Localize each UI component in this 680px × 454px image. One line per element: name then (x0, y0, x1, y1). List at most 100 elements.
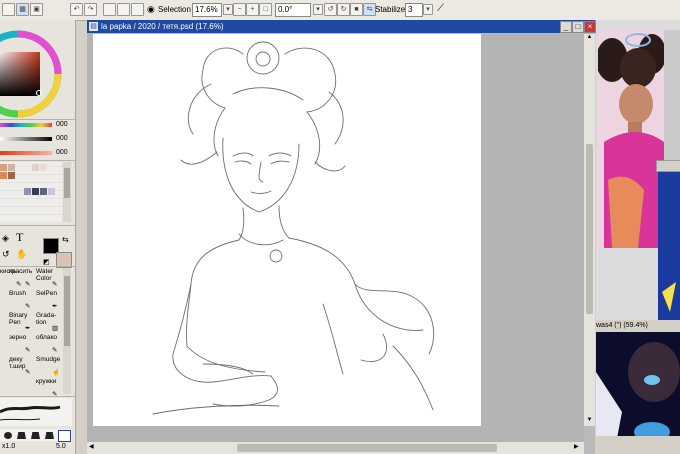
swatch[interactable] (40, 188, 47, 195)
zoom-in-icon[interactable]: + (246, 3, 259, 16)
brush-icon: ✎ (25, 281, 31, 288)
brush-scrollbar[interactable] (63, 268, 71, 394)
brush-shape-selected[interactable] (58, 430, 71, 442)
brush-tool-label: Binary Pen (9, 312, 28, 326)
swatch[interactable] (0, 172, 7, 179)
swatch-icon[interactable]: ▣ (30, 3, 43, 16)
drawing-canvas[interactable] (93, 34, 481, 426)
stroke-preview (0, 398, 72, 426)
reset-colors-icon[interactable]: ◩ (43, 258, 50, 266)
reference-image[interactable] (598, 30, 664, 248)
reference-title: was4 (") (59.4%) (596, 322, 648, 329)
zoom-out-icon[interactable]: − (233, 3, 246, 16)
hand-tool-icon[interactable]: ✋ (16, 249, 27, 260)
rotation-dropdown-icon[interactable]: ▾ (313, 4, 323, 15)
brush-tool[interactable]: Brush ✎ (9, 290, 34, 312)
hue-value: 000 (56, 121, 68, 128)
brush-shape[interactable] (17, 432, 26, 439)
bucket-icon[interactable]: ◈ (2, 233, 9, 244)
rotate-reset-icon[interactable]: ■ (350, 3, 363, 16)
redo-icon[interactable]: ↷ (84, 3, 97, 16)
grid-icon[interactable]: ▦ (16, 3, 29, 16)
select-all-icon[interactable] (131, 3, 144, 16)
reference-title-bar[interactable]: was4 (") (59.4%) (596, 320, 680, 332)
invert-selection-icon[interactable] (117, 3, 130, 16)
hue-slider[interactable] (0, 123, 52, 127)
scroll-thumb[interactable] (64, 276, 70, 346)
brush-tool-label: SelPen (36, 290, 57, 297)
toolbar-button[interactable] (2, 3, 15, 16)
brush-tool[interactable]: Water Color ✎ (36, 268, 61, 290)
brush-tool[interactable]: деку т.шир ✎ (9, 356, 34, 378)
rotate-right-icon[interactable]: ↻ (337, 3, 350, 16)
size-min-label[interactable]: x1.0 (2, 443, 15, 450)
brush-tool-label: Smudge (36, 356, 61, 363)
reference-image[interactable] (596, 332, 680, 454)
reference-window-header[interactable] (656, 160, 680, 172)
swatch[interactable] (0, 164, 7, 171)
swatch[interactable] (32, 164, 39, 171)
stabilizer-field[interactable]: 3 (405, 3, 423, 17)
size-max-label[interactable]: 5.0 (56, 443, 66, 450)
zoom-field[interactable]: 17.6% (192, 3, 222, 17)
brush-shape[interactable] (31, 432, 40, 439)
divider (0, 396, 75, 397)
swatch[interactable] (32, 188, 39, 195)
vertical-scrollbar[interactable]: ▲ ▼ (584, 34, 595, 426)
scroll-right-icon[interactable]: ▶ (574, 443, 583, 452)
undo-icon[interactable]: ↶ (70, 3, 83, 16)
swatch-scrollbar[interactable] (63, 162, 71, 222)
saturation-slider[interactable] (0, 137, 52, 141)
maximize-button[interactable]: □ (572, 21, 584, 33)
color-wheel[interactable] (0, 20, 75, 120)
swatch[interactable] (24, 188, 31, 195)
pen-icon: ✒ (25, 325, 31, 332)
gradient-icon: ▥ (52, 325, 59, 332)
swatch-grid[interactable] (0, 162, 62, 222)
pen-icon[interactable]: ⟋ (437, 3, 444, 14)
scroll-thumb[interactable] (586, 144, 593, 314)
brush-tool[interactable]: зерно ✎ (9, 334, 34, 356)
brush-tool[interactable]: SelPen ✒ (36, 290, 61, 312)
eye-icon[interactable]: ◉ (147, 4, 155, 15)
scroll-thumb[interactable] (64, 168, 70, 198)
reference-panel: was4 (") (59.4%) (596, 20, 680, 454)
zoom-dropdown-icon[interactable]: ▾ (223, 4, 233, 15)
horizontal-scrollbar[interactable]: ◀ ▶ (87, 442, 584, 454)
divider (0, 119, 75, 120)
swatch[interactable] (48, 188, 55, 195)
stabilizer-dropdown-icon[interactable]: ▾ (423, 4, 433, 15)
scroll-up-icon[interactable]: ▲ (585, 34, 594, 43)
canvas-title-bar[interactable]: ▤ la papka / 2020 / тетя.psd (17.6%) _ □… (87, 20, 596, 33)
value-slider[interactable] (0, 151, 52, 155)
scroll-down-icon[interactable]: ▼ (585, 417, 594, 426)
swap-colors-icon[interactable]: ⇆ (62, 235, 69, 244)
swatch[interactable] (8, 172, 15, 179)
swatch[interactable] (8, 164, 15, 171)
brush-tool[interactable]: Grada-tion ▥ (36, 312, 61, 334)
scroll-left-icon[interactable]: ◀ (89, 443, 98, 452)
brush-shape[interactable] (45, 432, 54, 439)
text-tool-icon[interactable]: T (16, 230, 23, 245)
rotate-left-icon[interactable]: ↺ (324, 3, 337, 16)
swatch[interactable] (40, 164, 47, 171)
rotate-view-icon[interactable]: ↺ (2, 249, 10, 260)
close-button[interactable]: × (584, 21, 596, 33)
deselect-icon[interactable] (103, 3, 116, 16)
brush-icon: ✎ (25, 369, 31, 376)
brush-tool[interactable]: красить ✎ (9, 268, 34, 290)
brush-shape[interactable] (4, 432, 12, 439)
reference-image[interactable] (658, 172, 680, 322)
scroll-thumb[interactable] (237, 444, 497, 452)
minimize-button[interactable]: _ (560, 21, 572, 33)
brush-tool-label: облако (36, 334, 57, 341)
brush-tool-label: Brush (9, 290, 26, 297)
saturation-value: 000 (56, 135, 68, 142)
brush-tool[interactable]: Smudge ☝ (36, 356, 61, 378)
brush-tool[interactable]: облако ✎ (36, 334, 61, 356)
zoom-reset-icon[interactable]: □ (259, 3, 272, 16)
brush-tool[interactable]: Binary Pen ✒ (9, 312, 34, 334)
canvas-title: la papka / 2020 / тетя.psd (17.6%) (101, 22, 224, 31)
reference-scroll[interactable] (664, 30, 680, 170)
rotation-field[interactable]: 0.0° (275, 3, 311, 17)
